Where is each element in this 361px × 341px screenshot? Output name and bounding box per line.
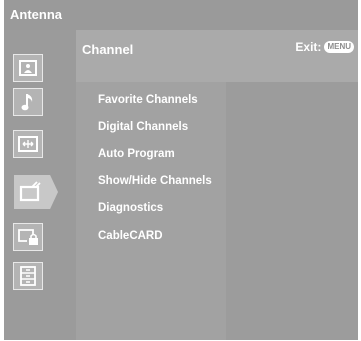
tv-menu-screen: Antenna Channel Exit: MENU Favorite Chan… (4, 0, 358, 340)
channel-glyph (19, 181, 41, 202)
menu-list: Favorite Channels Digital Channels Auto … (76, 82, 226, 340)
exit-hint: Exit: MENU (295, 40, 354, 54)
panel-title: Channel (82, 42, 134, 57)
menu-item-cablecard[interactable]: CableCARD (98, 230, 163, 242)
menu-item-favorite-channels[interactable]: Favorite Channels (98, 94, 198, 106)
parental-lock-icon[interactable] (13, 223, 43, 251)
picture-glyph (19, 60, 37, 76)
screen-glyph (18, 136, 38, 152)
menu-key-badge: MENU (324, 41, 354, 53)
sound-icon[interactable] (13, 88, 43, 116)
exit-label: Exit: (295, 40, 322, 54)
music-note-glyph (21, 94, 33, 111)
channel-panel: Channel Exit: MENU Favorite Channels Dig… (76, 30, 358, 340)
screen-icon[interactable] (13, 130, 43, 158)
channel-icon[interactable] (14, 175, 58, 209)
menu-item-digital-channels[interactable]: Digital Channels (98, 121, 188, 133)
input-source-label: Antenna (10, 7, 62, 22)
lock-glyph (18, 229, 38, 245)
setup-icon[interactable] (13, 262, 43, 290)
category-sidebar (4, 30, 76, 340)
menu-item-diagnostics[interactable]: Diagnostics (98, 202, 163, 214)
menu-item-show-hide-channels[interactable]: Show/Hide Channels (98, 175, 212, 187)
top-bar: Antenna (4, 0, 358, 30)
picture-icon[interactable] (13, 54, 43, 82)
detail-area (226, 82, 358, 340)
setup-glyph (20, 266, 36, 286)
menu-item-auto-program[interactable]: Auto Program (98, 148, 175, 160)
